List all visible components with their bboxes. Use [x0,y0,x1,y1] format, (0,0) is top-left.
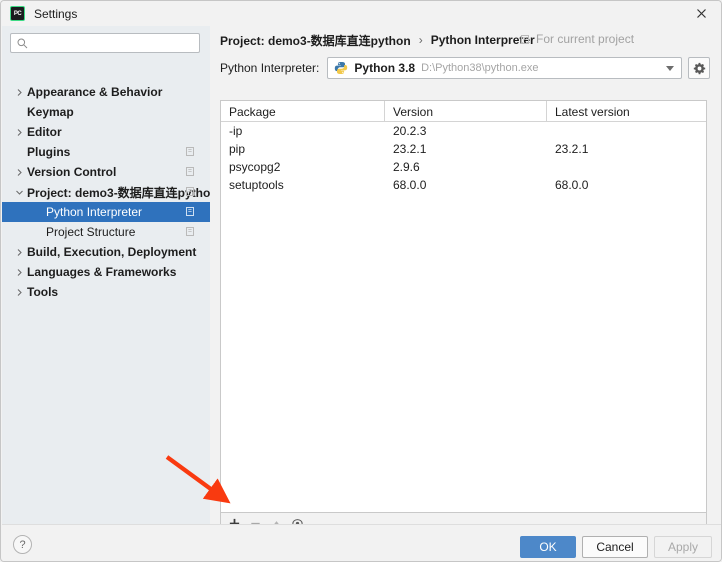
settings-tree: Appearance & Behavior Keymap Editor Plugins… [2,82,218,302]
cell-version: 23.2.1 [393,142,427,156]
sidebar-item-label: Tools [27,285,59,299]
cell-package: pip [229,142,246,156]
column-header-package[interactable]: Package [221,101,385,122]
window-title: Settings [34,6,78,21]
breadcrumb: Project: demo3-数据库直连python › Python Inte… [220,31,535,49]
interpreter-name: Python 3.8 [354,61,416,75]
ok-button[interactable]: OK [520,536,576,558]
pycharm-icon-glyph: PC [13,10,22,17]
interpreter-label: Python Interpreter: [220,61,320,75]
module-icon [521,34,529,44]
sidebar-item-project-structure[interactable]: Project Structure [2,222,210,242]
help-button[interactable]: ? [13,535,32,554]
cell-latest: 23.2.1 [555,142,589,156]
help-button-label: ? [19,538,26,551]
cell-package: setuptools [229,178,284,192]
sidebar-item-editor[interactable]: Editor [2,122,210,142]
cell-version: 20.2.3 [393,124,427,138]
title-bar: PC Settings [1,1,721,26]
cell-package: -ip [229,124,243,138]
sidebar-item-label: Project Structure [46,225,136,239]
sidebar-item-appearance-behavior[interactable]: Appearance & Behavior [2,82,210,102]
chevron-down-icon [666,66,675,71]
table-row[interactable]: setuptools 68.0.0 68.0.0 [221,176,706,194]
chevron-right-icon[interactable] [11,164,27,180]
sidebar-item-version-control[interactable]: Version Control [2,162,210,182]
module-icon [185,186,196,197]
pycharm-icon: PC [10,6,25,21]
cell-latest [547,158,706,176]
cancel-button-label: Cancel [596,540,634,554]
sidebar-item-plugins[interactable]: Plugins [2,142,210,162]
packages-table: Package Version Latest version -ip 20.2.3… [220,100,707,513]
ok-button-label: OK [539,540,557,554]
sidebar-item-tools[interactable]: Tools [2,282,210,302]
cell-version: 68.0.0 [393,178,427,192]
interpreter-path: D:\Python38\python.exe [421,62,539,74]
cancel-button[interactable]: Cancel [582,536,648,558]
for-current-project-label: For current project [520,32,634,46]
chevron-down-icon[interactable] [11,184,27,200]
sidebar-item-build-execution-deployment[interactable]: Build, Execution, Deployment [2,242,210,262]
chevron-right-icon[interactable] [11,244,27,260]
interpreter-dropdown[interactable]: Python 3.8 D:\Python38\python.exe [327,57,683,79]
sidebar-item-label: Keymap [27,105,74,119]
cell-latest: 68.0.0 [555,178,589,192]
search-icon [17,38,28,48]
sidebar-item-keymap[interactable]: Keymap [2,102,210,122]
apply-button-label: Apply [667,540,699,554]
sidebar-item-label: Appearance & Behavior [27,85,163,99]
sidebar-item-label: Editor [27,125,62,139]
sidebar-item-project-demo3-python[interactable]: Project: demo3-数据库直连python [2,182,218,202]
sidebar-item-label: Python Interpreter [46,205,143,219]
close-icon [696,9,706,18]
chevron-right-icon[interactable] [11,284,27,300]
column-header-latest-version[interactable]: Latest version [547,101,706,122]
cell-latest [547,122,706,140]
for-current-project-text: For current project [536,32,635,46]
search-box[interactable] [10,33,200,53]
cell-version: 2.9.6 [393,160,420,174]
breadcrumb-separator: › [418,33,423,47]
sidebar-item-label: Languages & Frameworks [27,265,177,279]
content-panel: Project: demo3-数据库直连python › Python Inte… [210,26,721,534]
chevron-right-icon[interactable] [11,84,27,100]
python-icon [335,62,348,74]
module-icon [185,206,196,217]
interpreter-settings-button[interactable] [688,57,711,79]
dialog-footer: ? OK Cancel Apply [2,524,721,561]
gear-icon [693,62,706,74]
module-icon [185,166,196,177]
settings-dialog: PC Settings Appearance & Behavior Keymap E… [0,0,722,562]
module-icon [185,226,196,237]
apply-button: Apply [654,536,712,558]
module-icon [185,146,196,157]
column-header-version[interactable]: Version [385,101,547,122]
close-button[interactable] [679,1,721,26]
sidebar-item-label: Build, Execution, Deployment [27,245,197,259]
settings-sidebar: Appearance & Behavior Keymap Editor Plugins… [2,26,218,524]
search-input[interactable] [33,35,183,51]
sidebar-item-label: Version Control [27,165,117,179]
packages-table-body: -ip 20.2.3 pip 23.2.1 23.2.1 psycopg2 2.9.6 set… [221,122,706,194]
sidebar-item-label: Plugins [27,145,71,159]
sidebar-item-languages-frameworks[interactable]: Languages & Frameworks [2,262,210,282]
breadcrumb-project[interactable]: Project: demo3-数据库直连python [220,32,411,49]
chevron-right-icon[interactable] [11,264,27,280]
table-row[interactable]: -ip 20.2.3 [221,122,706,140]
sidebar-item-python-interpreter[interactable]: Python Interpreter [2,202,210,222]
chevron-right-icon[interactable] [11,124,27,140]
interpreter-row: Python Interpreter: Python 3.8 D:\Python… [220,57,711,79]
cell-package: psycopg2 [229,160,281,174]
table-row[interactable]: pip 23.2.1 23.2.1 [221,140,706,158]
table-row[interactable]: psycopg2 2.9.6 [221,158,706,176]
packages-table-header: Package Version Latest version [221,101,706,122]
